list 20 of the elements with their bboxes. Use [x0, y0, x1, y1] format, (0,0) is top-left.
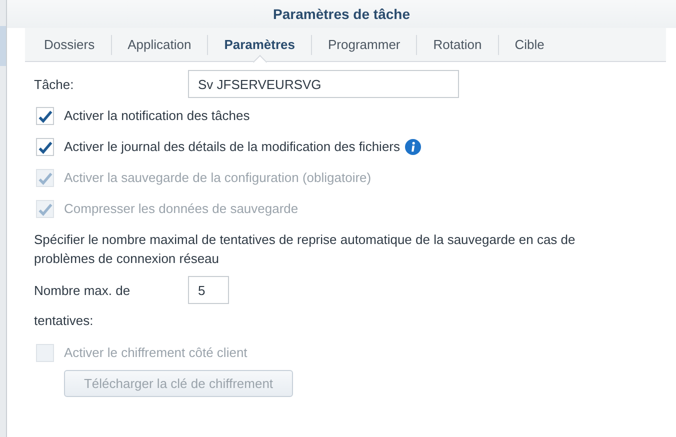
checkbox-label: Compresser les données de sauvegarde	[64, 201, 298, 216]
info-icon[interactable]	[405, 138, 422, 154]
tab[interactable]: Dossiers	[28, 28, 111, 61]
retry-count-field[interactable]: 5	[188, 276, 229, 304]
checkbox-label: Activer la notification des tâches	[64, 108, 250, 123]
checkbox[interactable]	[36, 106, 54, 124]
field-label: tentatives:	[34, 313, 94, 328]
window-title: Paramètres de tâche	[7, 0, 676, 28]
tab[interactable]: Cible	[498, 28, 560, 61]
checkbox-label: Activer le journal des détails de la modification des fichiers	[64, 139, 400, 154]
checkbox-label: Activer la sauvegarde de la configuration (obligatoire)	[64, 170, 372, 185]
tab[interactable]: Rotation	[417, 28, 498, 61]
description-text: Spécifier le nombre maximal de tentatives de reprise automatique de la sauvegarde en cas de problèmes de connexion réseau	[34, 231, 576, 268]
task-name-field[interactable]: Sv JFSERVEURSVG	[188, 70, 459, 98]
tab[interactable]: Application	[112, 28, 208, 61]
tab[interactable]: Programmer	[312, 28, 416, 61]
field-label: Nombre max. de	[34, 282, 132, 298]
field-label: Tâche:	[34, 76, 75, 92]
checkbox[interactable]	[36, 138, 54, 156]
checkbox-label: Activer le chiffrement côté client	[64, 345, 248, 360]
